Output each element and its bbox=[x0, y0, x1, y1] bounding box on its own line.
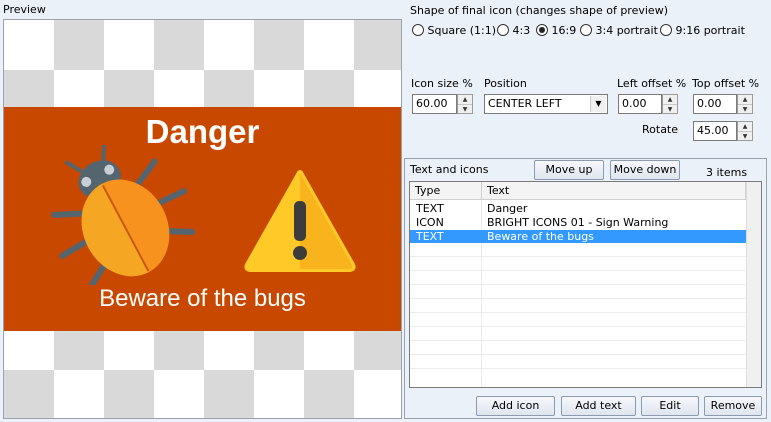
preview-subtitle: Beware of the bugs bbox=[99, 285, 306, 312]
shape-option-9-16-portrait[interactable]: 9:16 portrait bbox=[660, 24, 745, 37]
icon-size-label: Icon size % bbox=[411, 77, 473, 90]
rotate-label: Rotate bbox=[642, 123, 679, 136]
edit-button[interactable]: Edit bbox=[641, 396, 699, 416]
grid-line bbox=[410, 284, 746, 285]
column-header-text[interactable]: Text bbox=[482, 182, 746, 200]
preview-banner: Danger Beware of the bugs bbox=[4, 107, 401, 331]
spin-up-icon[interactable]: ▲ bbox=[663, 95, 677, 104]
spin-down-icon[interactable]: ▼ bbox=[663, 104, 677, 113]
spin-down-icon[interactable]: ▼ bbox=[738, 104, 752, 113]
grid-line bbox=[410, 368, 746, 369]
top-offset-spinner[interactable]: ▲ ▼ bbox=[737, 94, 753, 114]
radio-16-9[interactable] bbox=[536, 24, 548, 36]
add-icon-button[interactable]: Add icon bbox=[476, 396, 555, 416]
shape-option-3-4-portrait[interactable]: 3:4 portrait bbox=[580, 24, 658, 37]
shape-option-16-9[interactable]: 16:9 bbox=[536, 24, 576, 37]
item-count: 3 items bbox=[706, 166, 748, 179]
spin-up-icon[interactable]: ▲ bbox=[738, 95, 752, 104]
top-offset-label: Top offset % bbox=[692, 77, 760, 90]
position-value: CENTER LEFT bbox=[488, 97, 562, 110]
move-down-button[interactable]: Move down bbox=[610, 160, 680, 180]
shape-option-square[interactable]: Square (1:1) bbox=[412, 24, 496, 37]
list-item[interactable]: TEXT Danger bbox=[410, 202, 746, 215]
shape-label: Shape of final icon (changes shape of pr… bbox=[410, 4, 668, 17]
bug-icon bbox=[51, 145, 196, 285]
item-text: BRIGHT ICONS 01 - Sign Warning bbox=[487, 216, 669, 229]
grid-line bbox=[410, 354, 746, 355]
item-text: Danger bbox=[487, 202, 528, 215]
list-item-selected[interactable]: TEXT Beware of the bugs bbox=[410, 230, 746, 243]
list-scrollbar[interactable] bbox=[746, 182, 761, 387]
column-header-type[interactable]: Type bbox=[410, 182, 482, 200]
grid-line bbox=[410, 298, 746, 299]
item-text: Beware of the bugs bbox=[487, 230, 594, 243]
icon-size-spinner[interactable]: ▲ ▼ bbox=[457, 94, 473, 114]
grid-line bbox=[410, 326, 746, 327]
preview-canvas: Danger Beware of the bugs bbox=[3, 19, 402, 419]
spin-up-icon[interactable]: ▲ bbox=[738, 122, 752, 131]
items-list[interactable]: Type Text TEXT Danger ICON BRIGHT ICONS … bbox=[409, 181, 762, 388]
text-icons-label: Text and icons bbox=[410, 163, 489, 176]
warning-triangle-icon bbox=[244, 170, 356, 272]
radio-4-3[interactable] bbox=[497, 24, 509, 36]
item-type: TEXT bbox=[416, 230, 444, 243]
radio-9-16-portrait[interactable] bbox=[660, 24, 672, 36]
grid-line bbox=[410, 340, 746, 341]
icon-size-input[interactable]: 60.00 bbox=[412, 94, 457, 114]
radio-square[interactable] bbox=[412, 24, 424, 36]
grid-line bbox=[410, 270, 746, 271]
move-up-button[interactable]: Move up bbox=[534, 160, 604, 180]
radio-3-4-portrait[interactable] bbox=[580, 24, 592, 36]
left-offset-spinner[interactable]: ▲ ▼ bbox=[662, 94, 678, 114]
item-type: TEXT bbox=[416, 202, 444, 215]
item-type: ICON bbox=[416, 216, 444, 229]
shape-option-4-3[interactable]: 4:3 bbox=[497, 24, 530, 37]
grid-line bbox=[410, 256, 746, 257]
position-dropdown[interactable]: CENTER LEFT ▼ bbox=[484, 94, 608, 114]
rotate-input[interactable]: 45.00 bbox=[693, 121, 737, 141]
left-offset-input[interactable]: 0.00 bbox=[618, 94, 662, 114]
position-label: Position bbox=[484, 77, 527, 90]
left-offset-label: Left offset % bbox=[617, 77, 687, 90]
preview-label: Preview bbox=[3, 3, 46, 16]
spin-down-icon[interactable]: ▼ bbox=[738, 131, 752, 140]
spin-up-icon[interactable]: ▲ bbox=[458, 95, 472, 104]
list-item[interactable]: ICON BRIGHT ICONS 01 - Sign Warning bbox=[410, 216, 746, 229]
rotate-spinner[interactable]: ▲ ▼ bbox=[737, 121, 753, 141]
top-offset-input[interactable]: 0.00 bbox=[693, 94, 737, 114]
grid-line bbox=[410, 312, 746, 313]
add-text-button[interactable]: Add text bbox=[561, 396, 636, 416]
spin-down-icon[interactable]: ▼ bbox=[458, 104, 472, 113]
chevron-down-icon[interactable]: ▼ bbox=[590, 96, 606, 112]
remove-button[interactable]: Remove bbox=[704, 396, 762, 416]
